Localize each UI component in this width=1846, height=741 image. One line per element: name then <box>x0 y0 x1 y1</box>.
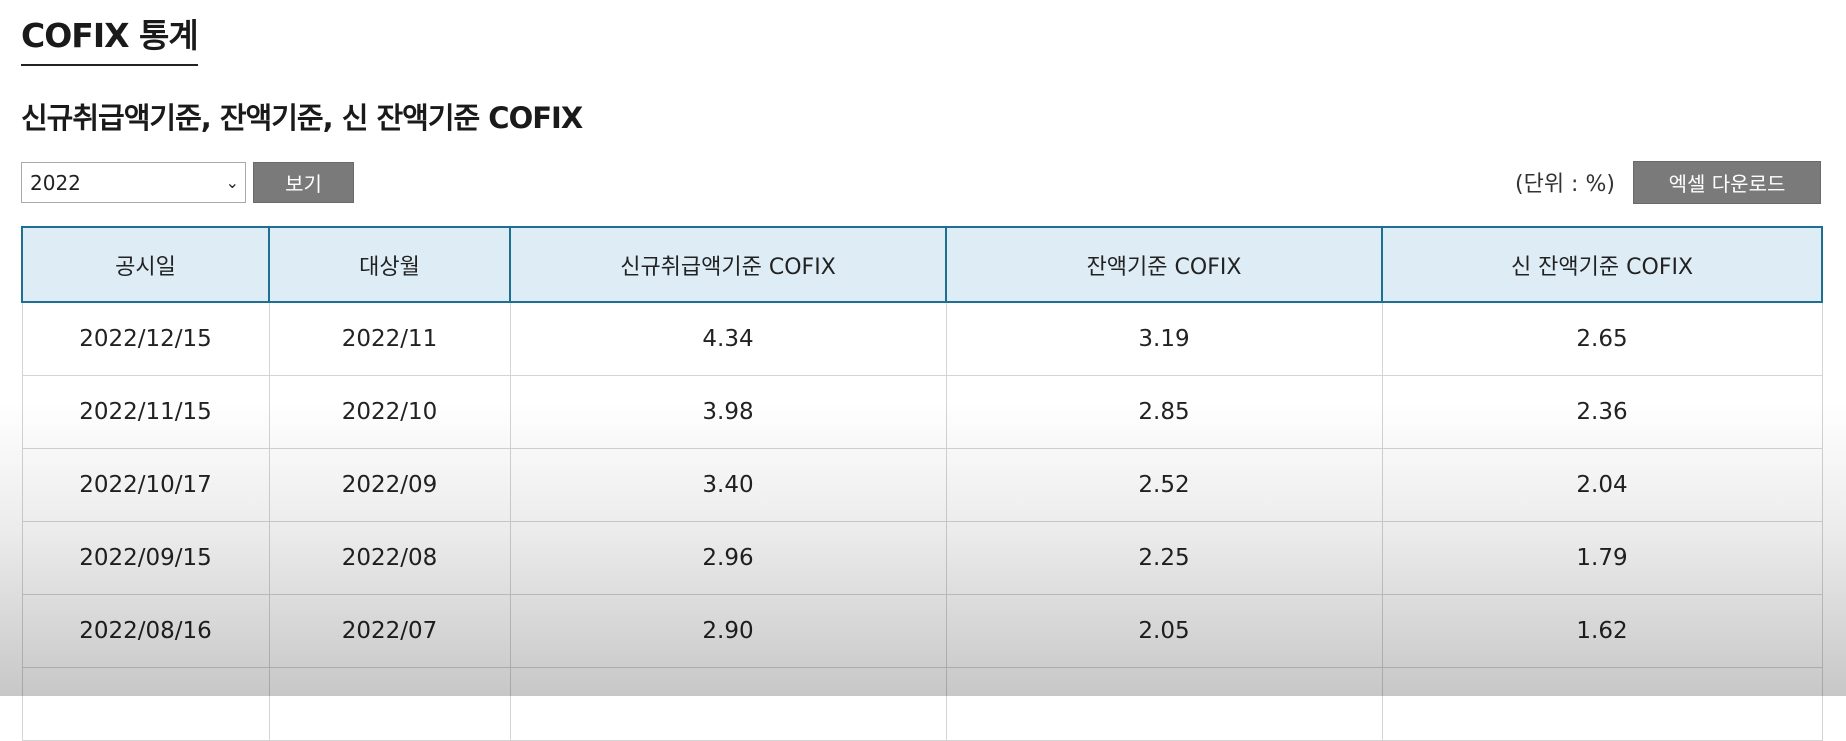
cell-target-month: 2022/11 <box>268 301 511 376</box>
table-header-row: 공시일 대상월 신규취급액기준 COFIX 잔액기준 COFIX 신 잔액기준 … <box>21 226 1823 303</box>
header-disclosure-date: 공시일 <box>21 226 270 303</box>
table-row: 2022/09/15 2022/08 2.96 2.25 1.79 <box>21 521 1823 595</box>
cell-new-balance-cofix: 2.65 <box>1381 301 1823 376</box>
cell-balance-cofix: 3.19 <box>945 301 1383 376</box>
cell-new-balance-cofix: 1.79 <box>1381 521 1823 595</box>
table-row <box>21 667 1823 741</box>
cell-balance-cofix: 2.85 <box>945 375 1383 449</box>
year-select[interactable]: 2022 ⌄ <box>21 162 246 203</box>
cell-target-month: 2022/09 <box>268 448 511 522</box>
table-row: 2022/11/15 2022/10 3.98 2.85 2.36 <box>21 375 1823 449</box>
cell-target-month: 2022/10 <box>268 375 511 449</box>
cell-target-month: 2022/07 <box>268 594 511 668</box>
table-row: 2022/08/16 2022/07 2.90 2.05 1.62 <box>21 594 1823 668</box>
cell-disclosure-date: 2022/11/15 <box>21 375 270 449</box>
header-target-month: 대상월 <box>268 226 511 303</box>
cell-disclosure-date: 2022/09/15 <box>21 521 270 595</box>
page-title: COFIX 통계 <box>21 16 199 55</box>
cofix-table: 공시일 대상월 신규취급액기준 COFIX 잔액기준 COFIX 신 잔액기준 … <box>21 226 1823 741</box>
cell-balance-cofix: 2.25 <box>945 521 1383 595</box>
header-new-balance-cofix: 신 잔액기준 COFIX <box>1381 226 1823 303</box>
view-button[interactable]: 보기 <box>253 162 354 203</box>
cell-disclosure-date: 2022/08/16 <box>21 594 270 668</box>
cell-target-month: 2022/08 <box>268 521 511 595</box>
cell-new-cofix: 3.98 <box>509 375 947 449</box>
cell-disclosure-date: 2022/12/15 <box>21 301 270 376</box>
year-select-value: 2022 <box>30 170 81 195</box>
cell-balance-cofix: 2.52 <box>945 448 1383 522</box>
cell-new-balance-cofix: 2.04 <box>1381 448 1823 522</box>
cell-balance-cofix: 2.05 <box>945 594 1383 668</box>
table-row: 2022/10/17 2022/09 3.40 2.52 2.04 <box>21 448 1823 522</box>
header-new-cofix: 신규취급액기준 COFIX <box>509 226 947 303</box>
excel-download-button[interactable]: 엑셀 다운로드 <box>1633 161 1821 204</box>
section-subtitle: 신규취급액기준, 잔액기준, 신 잔액기준 COFIX <box>21 101 583 135</box>
chevron-down-icon: ⌄ <box>225 173 239 192</box>
cell-new-cofix: 2.96 <box>509 521 947 595</box>
header-balance-cofix: 잔액기준 COFIX <box>945 226 1383 303</box>
cell-new-cofix: 2.90 <box>509 594 947 668</box>
cell-new-cofix: 4.34 <box>509 301 947 376</box>
cell-disclosure-date: 2022/10/17 <box>21 448 270 522</box>
page-title-container: COFIX 통계 <box>21 14 199 66</box>
cell-new-balance-cofix: 1.62 <box>1381 594 1823 668</box>
table-row: 2022/12/15 2022/11 4.34 3.19 2.65 <box>21 301 1823 376</box>
unit-label: (단위 : %) <box>1515 172 1615 197</box>
cell-new-cofix: 3.40 <box>509 448 947 522</box>
cell-new-balance-cofix: 2.36 <box>1381 375 1823 449</box>
